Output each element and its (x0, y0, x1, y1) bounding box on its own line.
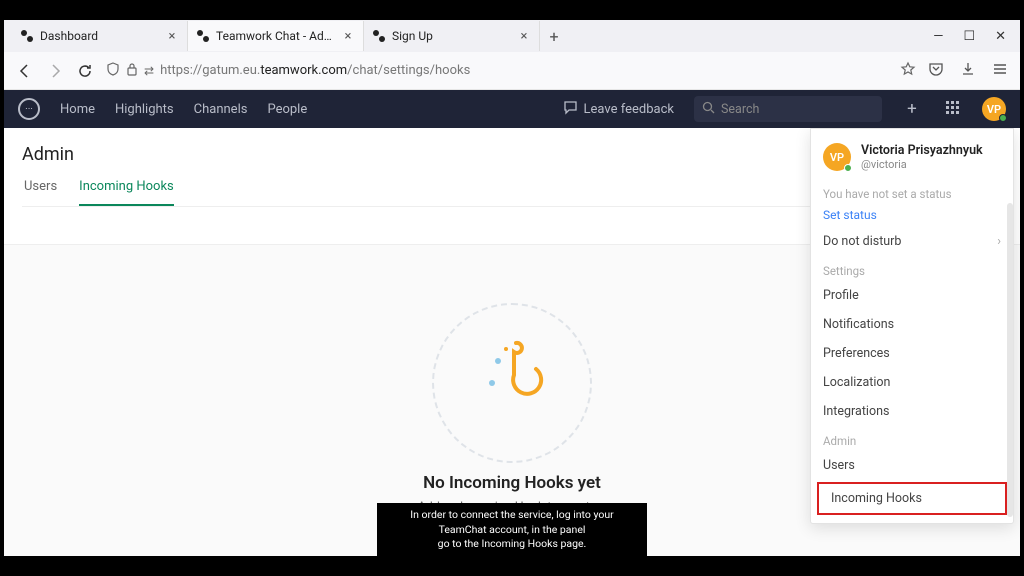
toolbar-right (928, 61, 1008, 81)
new-tab-button[interactable]: + (540, 27, 568, 46)
item-profile[interactable]: Profile (811, 281, 1013, 310)
address-bar[interactable]: ⇄ https://gatum.eu.teamwork.com/chat/set… (106, 61, 916, 81)
scrollbar[interactable] (1007, 203, 1013, 517)
section-admin: Admin (811, 426, 1013, 451)
minimize-icon[interactable]: — (933, 29, 943, 44)
menu-icon[interactable] (992, 61, 1008, 81)
app-header: ··· Home Highlights Channels People Leav… (4, 90, 1020, 128)
tab-incoming-hooks[interactable]: Incoming Hooks (79, 179, 174, 206)
content-area: Admin Users Incoming Hooks Do (4, 128, 1020, 556)
dropdown-user-row: VP Victoria Prisyazhnyuk @victoria (811, 139, 1013, 181)
item-admin-users[interactable]: Users (811, 451, 1013, 480)
close-icon[interactable]: × (517, 29, 531, 44)
shield-icon (106, 62, 120, 80)
plus-icon[interactable]: + (902, 99, 922, 119)
browser-window: Dashboard × Teamwork Chat - Admin × Sign… (4, 20, 1020, 556)
dnd-item[interactable]: Do not disturb › (811, 227, 1013, 256)
apps-grid-icon[interactable] (942, 100, 962, 119)
nav-highlights[interactable]: Highlights (115, 102, 174, 117)
item-localization[interactable]: Localization (811, 368, 1013, 397)
bookmark-icon[interactable] (900, 61, 916, 81)
lock-icon (126, 62, 138, 80)
chat-icon (563, 100, 578, 119)
user-avatar[interactable]: VP (982, 97, 1006, 121)
empty-illustration-icon (432, 303, 592, 463)
favicon-icon (372, 29, 386, 43)
browser-tab-signup[interactable]: Sign Up × (364, 21, 540, 51)
search-input[interactable]: Search (694, 96, 882, 122)
nav-people[interactable]: People (267, 102, 307, 117)
browser-tab-teamwork[interactable]: Teamwork Chat - Admin × (188, 21, 364, 51)
pocket-icon[interactable] (928, 61, 944, 81)
item-admin-incoming-hooks[interactable]: Incoming Hooks (817, 482, 1007, 515)
user-handle: @victoria (861, 158, 983, 171)
favicon-icon (20, 29, 34, 43)
user-dropdown: VP Victoria Prisyazhnyuk @victoria You h… (810, 128, 1014, 524)
browser-toolbar: ⇄ https://gatum.eu.teamwork.com/chat/set… (4, 52, 1020, 90)
chevron-right-icon: › (997, 234, 1001, 249)
nav-home[interactable]: Home (60, 102, 95, 117)
item-preferences[interactable]: Preferences (811, 339, 1013, 368)
tab-users[interactable]: Users (24, 179, 57, 206)
set-status-link[interactable]: Set status (811, 203, 1013, 227)
favicon-icon (196, 29, 210, 43)
item-integrations[interactable]: Integrations (811, 397, 1013, 426)
url-text: https://gatum.eu.teamwork.com/chat/setti… (160, 63, 470, 78)
nav-channels[interactable]: Channels (194, 102, 248, 117)
search-icon (702, 101, 715, 118)
browser-tabstrip: Dashboard × Teamwork Chat - Admin × Sign… (4, 20, 1020, 52)
instruction-tooltip: In order to connect the service, log int… (377, 503, 647, 556)
close-icon[interactable]: × (165, 29, 179, 44)
tab-label: Teamwork Chat - Admin (216, 29, 341, 43)
leave-feedback-button[interactable]: Leave feedback (563, 100, 674, 119)
tab-label: Dashboard (40, 29, 165, 43)
search-placeholder: Search (721, 102, 759, 117)
item-notifications[interactable]: Notifications (811, 310, 1013, 339)
presence-dot-icon (999, 114, 1007, 122)
tab-label: Sign Up (392, 29, 517, 43)
permissions-icon: ⇄ (144, 64, 154, 78)
section-settings: Settings (811, 256, 1013, 281)
maximize-icon[interactable]: ☐ (963, 29, 975, 44)
downloads-icon[interactable] (960, 61, 976, 81)
app-logo-icon[interactable]: ··· (18, 98, 40, 120)
user-name: Victoria Prisyazhnyuk (861, 143, 983, 158)
reload-icon[interactable] (76, 62, 94, 80)
close-icon[interactable]: × (341, 29, 355, 44)
no-status-text: You have not set a status (811, 181, 1013, 203)
forward-icon[interactable] (46, 62, 64, 80)
close-window-icon[interactable]: ✕ (995, 29, 1006, 44)
window-controls: — ☐ ✕ (933, 29, 1020, 44)
avatar-icon: VP (823, 143, 851, 171)
back-icon[interactable] (16, 62, 34, 80)
browser-tab-dashboard[interactable]: Dashboard × (12, 21, 188, 51)
